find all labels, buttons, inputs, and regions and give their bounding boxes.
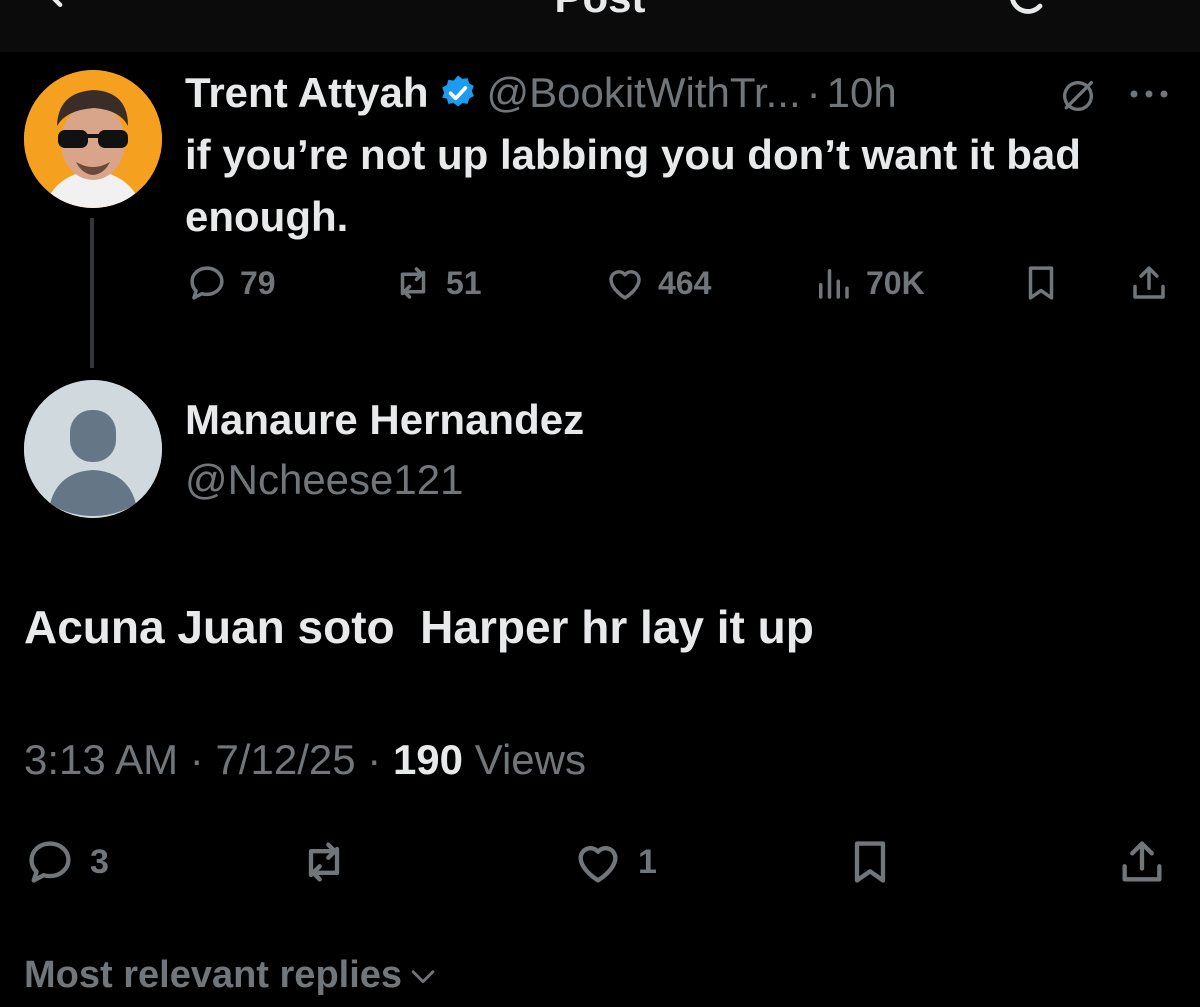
author-handle[interactable]: @Ncheese121 — [185, 456, 463, 504]
avatar[interactable] — [24, 70, 162, 208]
top-bar: Post — [0, 0, 1200, 52]
reply-button[interactable]: 79 — [186, 262, 276, 304]
reply-count: 3 — [90, 842, 109, 881]
author-handle[interactable]: @BookitWithTr... — [486, 69, 800, 117]
post-date[interactable]: 7/12/25 — [215, 736, 355, 783]
like-icon — [609, 270, 641, 300]
views-button[interactable]: 70K — [812, 262, 925, 304]
replies-sort-label: Most relevant replies — [24, 954, 403, 996]
author-name[interactable]: Trent Attyah — [185, 69, 428, 117]
repost-button[interactable] — [298, 836, 364, 888]
like-count: 1 — [638, 842, 657, 881]
post-action-bar: 79 51 464 70K — [0, 262, 1200, 312]
avatar[interactable] — [24, 380, 162, 518]
author-name[interactable]: Manaure Hernandez — [185, 396, 584, 444]
post-header: Trent Attyah @BookitWithTr... · 10h — [185, 68, 897, 118]
refresh-icon[interactable] — [1004, 0, 1052, 20]
bookmark-button[interactable] — [1020, 262, 1074, 304]
repost-icon — [308, 842, 340, 882]
repost-icon — [400, 267, 426, 299]
separator-dot: · — [367, 736, 382, 783]
post-metadata: 3:13 AM · 7/12/25 · 190 Views — [24, 736, 586, 784]
like-count: 464 — [658, 264, 712, 301]
post-time[interactable]: 10h — [827, 69, 897, 117]
post-text: if you’re not up labbing you don’t want … — [185, 131, 1081, 240]
views-label: Views — [474, 736, 586, 783]
bookmark-icon — [854, 841, 886, 883]
like-button[interactable]: 1 — [572, 836, 657, 888]
share-button[interactable] — [1116, 836, 1182, 888]
like-button[interactable]: 464 — [604, 262, 711, 304]
bookmark-button[interactable] — [844, 836, 910, 888]
share-button[interactable] — [1128, 262, 1182, 304]
share-icon — [1122, 841, 1162, 882]
reply-icon — [29, 841, 71, 883]
bookmark-icon — [1028, 266, 1054, 300]
post-time[interactable]: 3:13 AM — [24, 736, 178, 783]
views-count: 70K — [866, 264, 925, 301]
post-text: Acuna Juan soto Harper hr lay it up — [24, 601, 814, 653]
verified-badge-icon — [442, 75, 475, 107]
separator-dot: · — [806, 69, 821, 116]
views-icon — [819, 269, 849, 299]
chevron-down-icon — [411, 969, 435, 983]
grok-icon[interactable] — [1058, 76, 1098, 116]
repost-count: 51 — [446, 264, 482, 301]
share-icon — [1133, 266, 1165, 299]
post-action-bar: 3 1 — [0, 836, 1200, 892]
reply-button[interactable]: 3 — [24, 836, 109, 888]
reply-count: 79 — [240, 264, 276, 301]
reply-icon — [190, 266, 224, 300]
repost-button[interactable]: 51 — [392, 262, 482, 304]
views-count: 190 — [392, 736, 464, 783]
more-icon[interactable] — [1128, 88, 1170, 100]
like-icon — [578, 846, 618, 883]
replies-sort-dropdown[interactable]: Most relevant replies — [24, 954, 440, 997]
separator-dot: · — [189, 736, 204, 783]
